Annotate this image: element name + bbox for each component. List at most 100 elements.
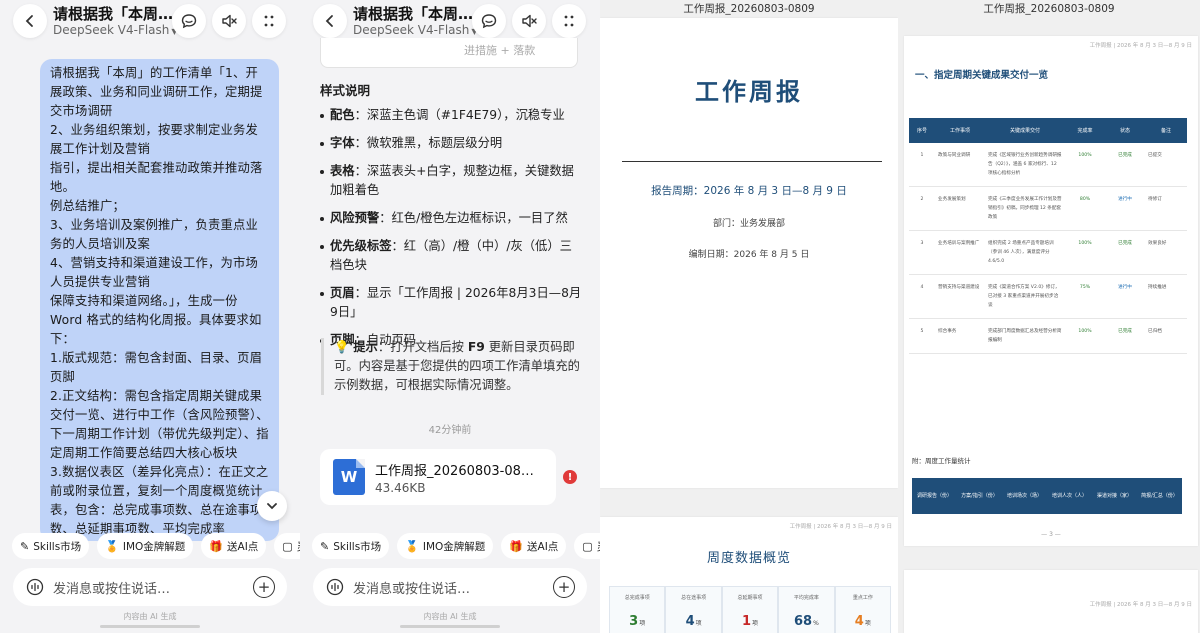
message-input-bar[interactable]: 发消息或按住说话… + (313, 568, 587, 606)
next-page: 工作周报 | 2026 年 8 月 3 日—8 月 9 日 (904, 570, 1198, 633)
kpi-number: 68 (794, 614, 813, 629)
message-input[interactable]: 发消息或按住说话… (353, 578, 553, 597)
scroll-to-bottom-button[interactable] (257, 491, 287, 521)
table-cell: 完成《三季度业务发展工作计划及营销指引》初稿，同步梳理 12 条配套政策 (985, 186, 1065, 231)
chevron-left-icon (25, 15, 33, 27)
chip-ai-points[interactable]: 🎁 送AI点 (201, 533, 267, 559)
message-input-bar[interactable]: 发消息或按住说话… + (13, 568, 287, 606)
table-row: 3 业务培训与案例推广 组织完成 2 场重点产品专题培训（参训 46 人次），满意度… (909, 230, 1187, 275)
file-attachment-card[interactable]: W 工作周报_20260803-08… 43.46KB (320, 449, 556, 505)
chevron-down-icon (267, 503, 277, 510)
chip-label: 送AI点 (227, 540, 259, 553)
speaker-mute-icon (522, 14, 537, 28)
chip-skills-market[interactable]: ✎ Skills市场 (12, 533, 90, 559)
model-name: DeepSeek V4-Flash (353, 23, 470, 37)
column-header: 状态 (1105, 118, 1145, 143)
voice-wave-icon[interactable] (25, 577, 45, 597)
column-header: 培训人次（人） (1047, 478, 1092, 514)
mute-button[interactable] (212, 4, 246, 38)
chip-imo-solver[interactable]: 🏅 IMO金牌解题 (397, 533, 494, 559)
table-cell: 组织完成 2 场重点产品专题培训（参训 46 人次），满意度评分 4.6/5.0 (985, 230, 1065, 275)
back-button[interactable] (13, 4, 47, 38)
code-block-tail: 进措施 + 落款 (320, 38, 578, 68)
kpi-card: 重点工作 4项 (834, 586, 892, 633)
item-text: ：深蓝主色调（#1F4E79），沉稳专业 (354, 108, 565, 122)
overview-page: 工作周报 | 2026 年 8 月 3 日—8 月 9 日 周度数据概览 总完成… (600, 517, 898, 633)
add-attachment-button[interactable]: + (253, 576, 275, 598)
cover-period: 报告周期：2026 年 8 月 3 日—8 月 9 日 (651, 185, 847, 197)
item-text: ：显示「工作周报 | 2026年8月3日—8月9日」 (330, 286, 582, 319)
tip-text-a: ：打开文档后按 (377, 340, 468, 354)
add-attachment-button[interactable]: + (553, 576, 575, 598)
message-input[interactable]: 发消息或按住说话… (53, 578, 253, 597)
section-heading: 一、指定周期关键成果交付一览 (915, 70, 1049, 81)
back-button[interactable] (313, 4, 347, 38)
chip-inspiration[interactable]: ▢灵感 (274, 533, 300, 559)
lightbulb-icon: 💡 (334, 340, 354, 354)
skills-icon: ✎ (20, 539, 30, 553)
skills-icon: ✎ (320, 539, 330, 553)
doc-preview-results: 工作周报_20260803-0809 工作周报 | 2026 年 8 月 3 日… (898, 0, 1200, 633)
quick-chips: ✎Skills市场 🏅IMO金牌解题 🎁送AI点 ▢灵感 (12, 533, 300, 561)
plus-icon: + (257, 577, 271, 596)
table-row: 1 政策与同业调研 完成《区域银行业务创新趋势调研报告（Q2）》，涵盖 6 家对标行… (909, 143, 1187, 187)
chat-bubble-icon (481, 14, 497, 29)
inspiration-icon: ▢ (582, 539, 593, 553)
item-label: 页眉 (330, 286, 355, 300)
table-cell: 营销支持与渠道建设 (935, 274, 985, 319)
table-cell: 政策与同业调研 (935, 143, 985, 187)
error-badge-icon[interactable]: ! (563, 470, 577, 484)
speaker-mute-icon (222, 14, 237, 28)
item-label: 表格 (330, 164, 355, 178)
kpi-unit: 项 (752, 620, 759, 627)
model-selector[interactable]: DeepSeek V4-Flash ▼ (353, 23, 478, 37)
results-page: 工作周报 | 2026 年 8 月 3 日—8 月 9 日 一、指定周期关键成果… (904, 36, 1198, 546)
kpi-value: 68% (779, 614, 833, 629)
message-timestamp: 42分钟前 (428, 425, 472, 436)
more-options-button[interactable] (252, 4, 286, 38)
stat-table: 调研报告（份） 方案/指引（份） 培训场次（场） 培训人次（人） 渠道对接（家）… (912, 478, 1182, 514)
page-number: — 3 — (1041, 531, 1061, 538)
table-cell: 75% (1065, 274, 1105, 319)
chat-panel-right: 请根据我「本周… DeepSeek V4-Flash ▼ 进措施 + 落款 样式说… (300, 0, 600, 633)
table-cell: 完成部门周度数据汇总及经营分析简报编制 (985, 318, 1065, 354)
chip-skills-market[interactable]: ✎ Skills市场 (312, 533, 390, 559)
screenshot-root: 请根据我「本周… DeepSeek V4-Flash ▼ 请根据我「本周」的工作清… (0, 0, 1200, 633)
quick-chips: ✎Skills市场 🏅IMO金牌解题 🎁送AI点 ▢灵感 (312, 533, 600, 561)
more-options-button[interactable] (552, 4, 586, 38)
table-cell: 已完成 (1105, 318, 1145, 354)
chip-inspiration[interactable]: ▢灵感 (574, 533, 600, 559)
model-selector[interactable]: DeepSeek V4-Flash ▼ (53, 23, 178, 37)
doc-filename: 工作周报_20260803-0809 (683, 3, 815, 15)
kpi-value: 3项 (610, 614, 664, 629)
kpi-card: 总完成事项 3项 (609, 586, 666, 633)
kpi-value: 1项 (723, 614, 777, 629)
table-cell: 80% (1065, 186, 1105, 231)
column-header: 关键成果交付 (985, 118, 1065, 143)
file-type-letter: W (340, 468, 358, 486)
column-header: 调研报告（份） (912, 478, 957, 514)
column-header: 完成率 (1065, 118, 1105, 143)
kpi-value: 4项 (836, 614, 890, 629)
results-table: 序号 工作事项 关键成果交付 完成率 状态 备注 1 政策与同业调研 完成《区域银行… (909, 118, 1187, 354)
chip-imo-solver[interactable]: 🏅 IMO金牌解题 (97, 533, 194, 559)
doc-filename: 工作周报_20260803-0809 (983, 3, 1115, 15)
item-text: ：微软雅黑，标题层级分明 (354, 136, 503, 150)
kpi-row: 总完成事项 3项 总在途事项 4项 总延期事项 1项 平均完成率 68% 重点工作 4项 (609, 586, 892, 633)
table-cell: 5 (909, 318, 935, 354)
mute-button[interactable] (512, 4, 546, 38)
page-header: 工作周报 | 2026 年 8 月 3 日—8 月 9 日 (1089, 43, 1192, 49)
chat-bubble-icon (181, 14, 197, 29)
chip-label: IMO金牌解题 (422, 540, 486, 553)
chip-ai-points[interactable]: 🎁 送AI点 (501, 533, 567, 559)
file-size: 43.46KB (375, 480, 426, 495)
file-meta: 工作周报_20260803-08… 43.46KB (375, 460, 534, 495)
chat-bubble-button[interactable] (172, 4, 206, 38)
tip-key: F9 (467, 340, 485, 354)
chevron-left-icon (325, 15, 333, 27)
voice-wave-icon[interactable] (325, 577, 345, 597)
list-item: 页眉：显示「工作周报 | 2026年8月3日—8月9日」 (320, 284, 582, 322)
item-text: ：红色/橙色左边框标识，一目了然 (379, 211, 568, 225)
column-header: 方案/指引（份） (957, 478, 1002, 514)
chat-bubble-button[interactable] (472, 4, 506, 38)
